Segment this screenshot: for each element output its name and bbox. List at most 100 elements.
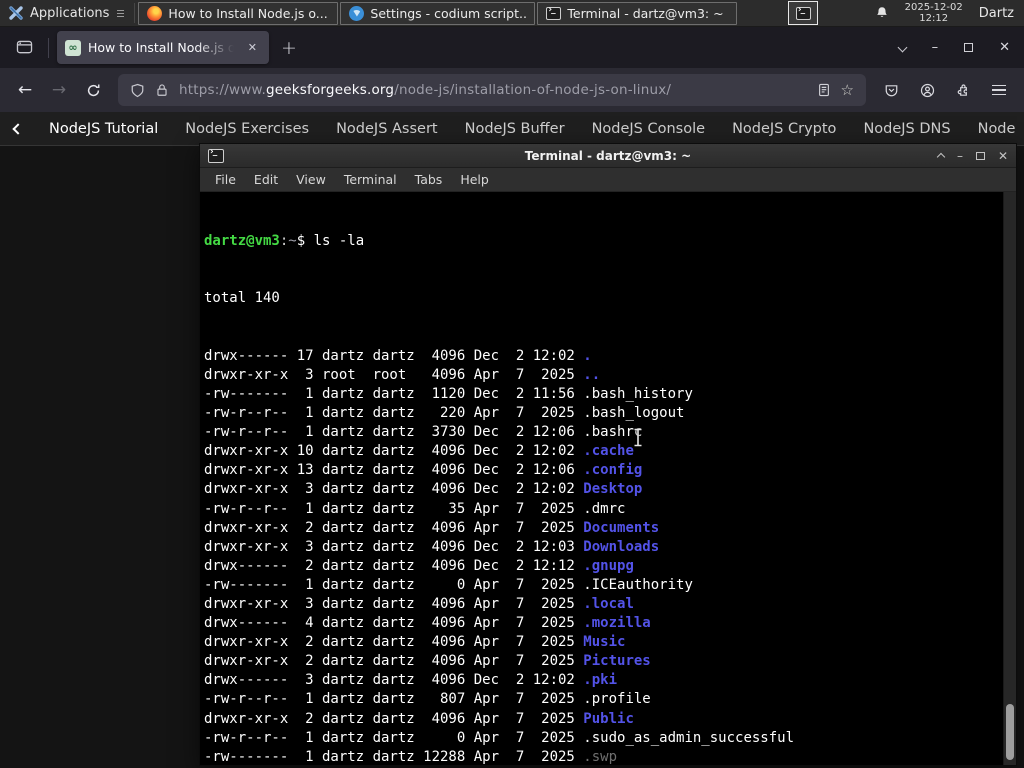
terminal-output-line: -rw------- 1 dartz dartz 12288 Apr 7 202… [204,748,618,765]
menu-file[interactable]: File [208,170,243,189]
firefox-view-icon[interactable] [8,33,40,63]
panel-separator [134,3,136,23]
terminal-output-line: drwxr-xr-x 10 dartz dartz 4096 Dec 2 12:… [204,443,634,460]
tab-active[interactable]: ∞ How to Install Node.js on Linux ✕ [57,31,269,64]
terminal-icon [546,5,562,20]
terminal-output-line: drwx------ 4 dartz dartz 4096 Apr 7 2025… [204,615,651,632]
nav-item-nodejs-tutorial[interactable]: NodeJS Tutorial [49,121,158,137]
panel-user-label[interactable]: Dartz [979,6,1014,21]
notifications-bell-icon[interactable] [875,6,889,20]
url-domain: geeksforgeeks.org [265,82,395,98]
menu-view[interactable]: View [289,170,333,189]
directory-name: .mozilla [583,615,651,632]
file-name: .profile [583,691,651,708]
account-icon[interactable] [920,83,935,98]
bookmark-star-icon[interactable]: ☆ [841,81,854,99]
terminal-output-line: drwxr-xr-x 3 root root 4096 Apr 7 2025 .… [204,366,601,383]
tab-divider [48,37,49,58]
terminal-rollup-icon[interactable] [936,152,946,162]
taskbar-button-vscodium[interactable]: Settings - codium script... [340,1,536,25]
taskbar-button-firefox[interactable]: How to Install Node.js o... [138,1,339,25]
nav-item-nodejs-buffer[interactable]: NodeJS Buffer [465,121,565,137]
tab-title: How to Install Node.js on Linux [88,40,237,55]
terminal-screen[interactable]: dartz@vm3:~$ ls -la total 140 drwx------… [200,192,1016,765]
terminal-output-line: drwxr-xr-x 2 dartz dartz 4096 Apr 7 2025… [204,653,651,670]
window-maximize-button[interactable] [964,43,974,52]
terminal-scrollbar-thumb[interactable] [1006,704,1014,760]
menu-terminal[interactable]: Terminal [337,170,404,189]
nav-scroll-left-icon[interactable] [12,122,24,135]
terminal-output-line: drwxr-xr-x 2 dartz dartz 4096 Apr 7 2025… [204,634,626,651]
extensions-puzzle-icon[interactable] [956,83,971,98]
terminal-maximize-button[interactable] [975,151,985,160]
new-tab-button[interactable]: + [269,37,309,59]
taskbar-label: How to Install Node.js o... [168,5,328,21]
terminal-minimize-button[interactable]: – [957,149,963,163]
file-name: .bash_logout [583,405,685,422]
app-menu-hamburger-icon[interactable] [992,84,1006,96]
pocket-icon[interactable] [884,83,899,98]
terminal-output-line: -rw-r--r-- 1 dartz dartz 220 Apr 7 2025 … [204,405,685,422]
directory-name: Downloads [583,538,660,555]
window-close-button[interactable]: ✕ [999,40,1010,55]
applications-menu-button[interactable]: Applications [0,0,132,27]
terminal-scrollbar[interactable] [1003,192,1016,765]
list-all-tabs-icon[interactable] [897,42,908,53]
firefox-navigation-toolbar: ← → https://www.geeksforgeeks.org/node-j… [0,68,1024,112]
geeksforgeeks-favicon: ∞ [65,39,81,56]
nav-item-truncated[interactable]: Node [978,121,1016,137]
terminal-output-line: drwx------ 3 dartz dartz 4096 Dec 2 12:0… [204,672,618,689]
menu-lines-icon [117,9,125,17]
terminal-output-line: drwxr-xr-x 13 dartz dartz 4096 Dec 2 12:… [204,462,643,479]
panel-clock[interactable]: 2025-12-02 12:12 [905,2,963,24]
menu-edit[interactable]: Edit [247,170,285,189]
terminal-menu-bar: File Edit View Terminal Tabs Help [200,168,1016,192]
menu-tabs[interactable]: Tabs [408,170,450,189]
geeksforgeeks-subnav: NodeJS Tutorial NodeJS Exercises NodeJS … [0,112,1024,146]
file-name: .swp [583,748,618,765]
url-text: https://www.geeksforgeeks.org/node-js/in… [179,82,807,98]
terminal-output-line: drwx------ 2 dartz dartz 4096 Dec 2 12:1… [204,557,634,574]
window-minimize-button[interactable]: – [932,40,939,55]
menu-help[interactable]: Help [453,170,496,189]
tray-terminal-icon[interactable] [788,1,819,25]
terminal-output: drwx------ 17 dartz dartz 4096 Dec 2 12:… [204,347,1000,765]
firefox-tab-bar: ∞ How to Install Node.js on Linux ✕ + – … [0,27,1024,68]
back-button[interactable]: ← [10,80,40,100]
mouse-cursor-ibeam [632,428,644,447]
xfce-panel: Applications How to Install Node.js o...… [0,0,1024,27]
terminal-output-line: -rw------- 1 dartz dartz 0 Apr 7 2025 .I… [204,576,693,593]
directory-name: .. [583,366,601,383]
url-bar[interactable]: https://www.geeksforgeeks.org/node-js/in… [118,74,866,106]
reader-view-icon[interactable] [817,83,831,97]
taskbar-button-terminal[interactable]: Terminal - dartz@vm3: ~ [537,1,738,25]
terminal-output-line: drwxr-xr-x 3 dartz dartz 4096 Dec 2 12:0… [204,481,643,498]
url-path: /node-js/installation-of-node-js-on-linu… [394,82,672,98]
terminal-title-bar[interactable]: Terminal - dartz@vm3: ~ – ✕ [200,144,1016,168]
nav-item-nodejs-crypto[interactable]: NodeJS Crypto [732,121,836,137]
forward-button[interactable]: → [44,80,74,100]
terminal-output-line: drwxr-xr-x 2 dartz dartz 4096 Apr 7 2025… [204,710,634,727]
terminal-output-line: -rw-r--r-- 1 dartz dartz 807 Apr 7 2025 … [204,691,651,708]
terminal-prompt-line: dartz@vm3:~$ ls -la [204,232,1000,251]
taskbar-label: Terminal - dartz@vm3: ~ [567,5,724,21]
file-name: .sudo_as_admin_successful [583,729,795,746]
directory-name: Pictures [583,653,651,670]
desktop: Applications How to Install Node.js o...… [0,0,1024,768]
terminal-output-line: -rw-r--r-- 1 dartz dartz 3730 Dec 2 12:0… [204,424,643,441]
nav-item-nodejs-console[interactable]: NodeJS Console [592,121,706,137]
nav-item-nodejs-assert[interactable]: NodeJS Assert [336,121,438,137]
prompt-path: ~ [288,233,297,250]
directory-name: .config [583,462,643,479]
directory-name: . [583,347,592,364]
tab-close-icon[interactable]: ✕ [244,39,261,56]
tracking-protection-shield-icon[interactable] [130,83,145,98]
directory-name: Music [583,634,626,651]
nav-item-nodejs-dns[interactable]: NodeJS DNS [863,121,950,137]
firefox-icon [147,5,163,21]
nav-item-nodejs-exercises[interactable]: NodeJS Exercises [185,121,309,137]
file-name: .ICEauthority [583,576,693,593]
connection-lock-icon[interactable] [155,83,169,97]
terminal-close-button[interactable]: ✕ [998,149,1008,163]
reload-button[interactable] [78,83,108,98]
